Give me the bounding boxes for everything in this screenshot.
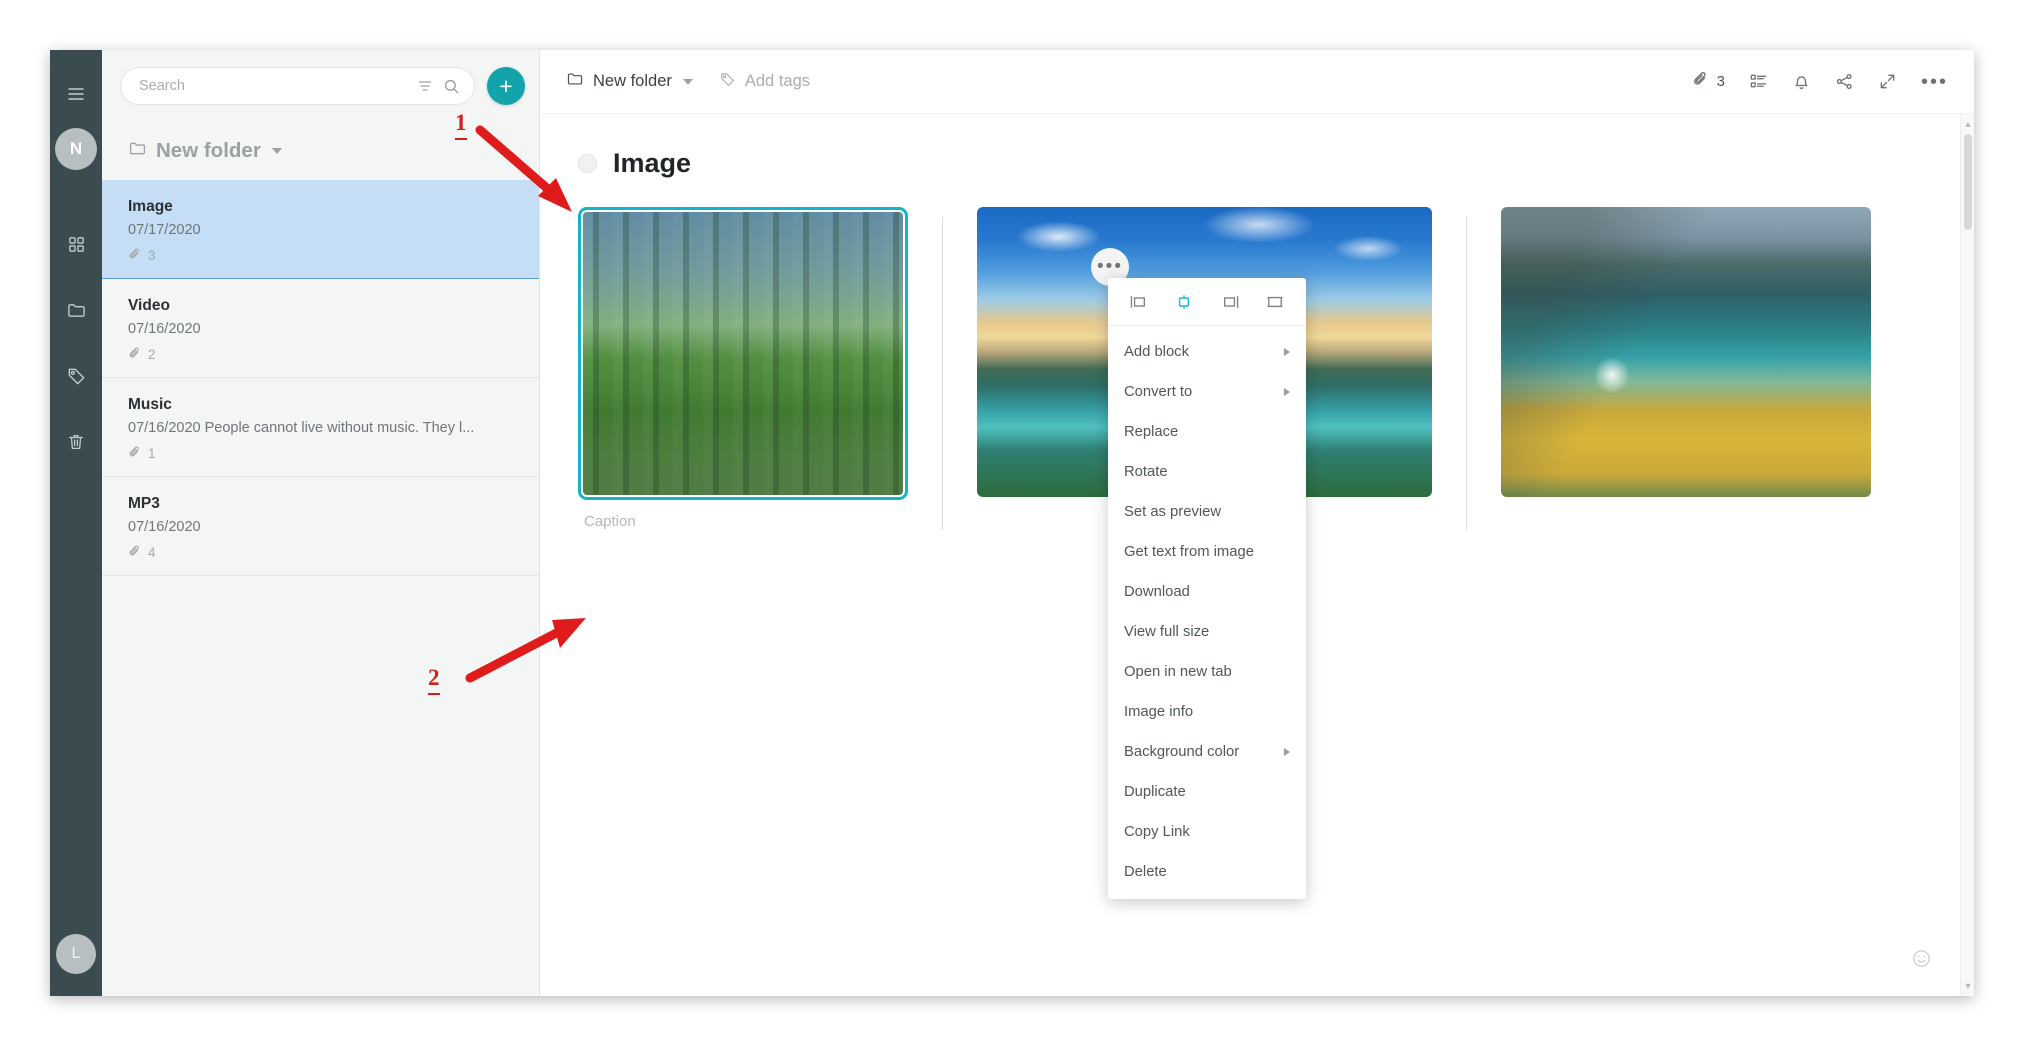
annotation-number-1: 1 <box>455 110 467 140</box>
annotation-arrow-1 <box>475 125 572 212</box>
annotation-arrow-2 <box>465 618 586 683</box>
screenshot-root: N L Search + New folder Image 07/17/2020… <box>0 0 2024 1046</box>
annotation-arrows <box>465 125 586 683</box>
annotation-number-2: 2 <box>428 665 440 695</box>
